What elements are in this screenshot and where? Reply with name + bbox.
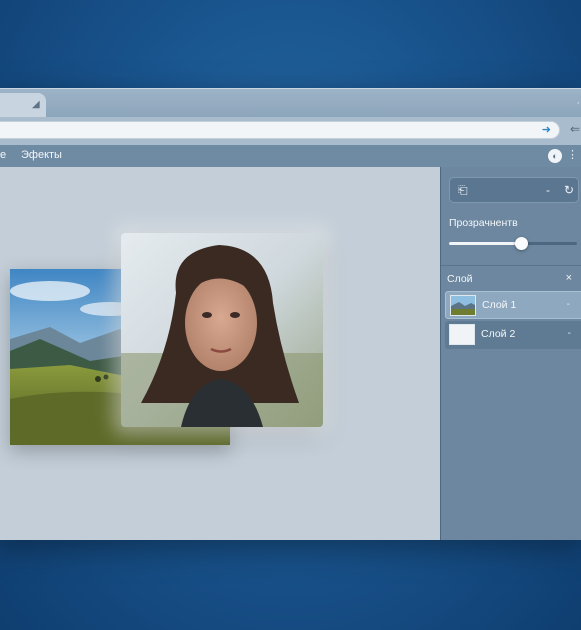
bucket-icon[interactable]: ⎗ <box>458 183 468 198</box>
portrait-photo[interactable] <box>121 233 323 427</box>
properties-panel: ⎗ - ↻ Прозрачнентв Слой × Слой 1 - Слой … <box>440 167 581 540</box>
close-icon[interactable]: × <box>566 272 572 284</box>
address-bar: ➜ <box>0 117 581 145</box>
panel-toolbar: ⎗ - ↻ <box>449 177 579 203</box>
opacity-label: Прозрачнентв <box>449 217 518 229</box>
canvas-area[interactable] <box>0 167 441 540</box>
layers-label: Слой <box>447 273 473 285</box>
back-arrow-icon[interactable]: ⇐ <box>570 122 580 136</box>
rotate-icon[interactable]: ↻ <box>564 183 574 197</box>
menu-bar: е Эфекты ◐ ⋮ <box>0 145 581 167</box>
arrow-icon[interactable]: ➜ <box>542 123 551 136</box>
window-control-icon[interactable]: · <box>576 97 580 109</box>
menu-item-view[interactable]: е <box>0 149 6 161</box>
layer-options-icon[interactable]: - <box>567 299 570 310</box>
layer-row[interactable]: Слой 2 - <box>445 321 581 349</box>
layer-name: Слой 2 <box>481 328 516 340</box>
menu-item-effects[interactable]: Эфекты <box>21 149 62 161</box>
circle-icon[interactable]: ◐ <box>548 149 562 163</box>
url-input[interactable]: ➜ <box>0 121 560 139</box>
layer-name: Слой 1 <box>482 299 517 311</box>
opacity-slider[interactable] <box>449 237 577 250</box>
divider <box>441 265 581 266</box>
landscape-thumbnail <box>450 295 476 316</box>
close-icon[interactable]: ◢ <box>32 100 40 110</box>
browser-tab[interactable]: ◢ <box>0 93 46 117</box>
minus-icon[interactable]: - <box>546 183 550 197</box>
app-window: ◢ · ➜ ⇐ е Эфекты ◐ ⋮ ⎗ - ↻ Прозрачнентв … <box>0 88 581 540</box>
slider-fill <box>449 242 522 245</box>
more-icon[interactable]: ⋮ <box>567 148 578 161</box>
slider-thumb[interactable] <box>515 237 529 250</box>
blank-thumbnail <box>449 324 475 345</box>
layer-options-icon[interactable]: - <box>568 328 571 339</box>
tab-strip: ◢ · <box>0 89 581 117</box>
layer-row[interactable]: Слой 1 - <box>445 291 581 319</box>
